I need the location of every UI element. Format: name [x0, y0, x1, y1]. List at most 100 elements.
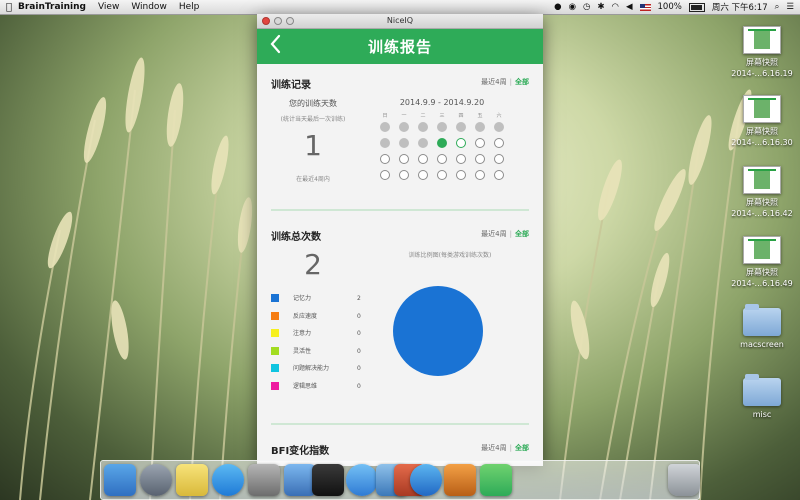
menu-view[interactable]: View [98, 2, 119, 12]
total-sessions-header: 训练总次数 最近4周 | 全部 [271, 228, 529, 243]
calendar-day-empty [475, 170, 485, 180]
menu-app-name[interactable]: BrainTraining [18, 2, 86, 12]
screenshot-thumbnail-icon [743, 26, 781, 54]
period-filter: 最近4周 | 全部 [481, 229, 529, 239]
filter-recent-4-weeks[interactable]: 最近4周 [481, 78, 506, 86]
calendar-day-empty [380, 154, 390, 164]
sublime-icon[interactable] [444, 464, 476, 496]
launchpad-icon[interactable] [140, 464, 172, 496]
calendar-day-empty [456, 154, 466, 164]
days-note: (统计当天最后一次训练) [280, 116, 346, 123]
calendar-day-empty [380, 170, 390, 180]
terminal-icon[interactable] [312, 464, 344, 496]
legend-count: 0 [357, 312, 361, 320]
calendar-date-range: 2014.9.9 - 2014.9.20 [399, 98, 485, 107]
menubar:  BrainTraining View Window Help ● ◉ ◷ ✱… [0, 0, 800, 15]
desktop-folder-macscreen[interactable]: macscreen [727, 304, 797, 350]
filter-all[interactable]: 全部 [515, 444, 529, 452]
desktop-icon-label: 2014-...6.16.42 [731, 209, 793, 218]
apple-menu-icon[interactable]:  [0, 2, 18, 13]
desktop-file-screenshot[interactable]: 屏幕快照 2014-...6.16.49 [727, 236, 797, 289]
window-minimize-button[interactable] [274, 17, 282, 25]
system-preferences-icon[interactable] [248, 464, 280, 496]
weekday-label: 日 [382, 113, 388, 119]
pie-slice-0 [393, 286, 483, 376]
notification-center-icon[interactable]: ☰ [786, 2, 794, 12]
calendar-day-filled [494, 122, 504, 132]
app-header: 训练报告 [257, 29, 543, 65]
section-divider [271, 423, 529, 425]
folder-icon [743, 304, 781, 336]
menu-help[interactable]: Help [179, 2, 200, 12]
desktop-icon-label: 2014-...6.16.49 [731, 279, 793, 288]
report-content[interactable]: 训练记录 最近4周 | 全部 您的训练天数 (统计当天最后一次训练) 1 在最近4周… [257, 64, 543, 466]
input-flag-icon[interactable] [639, 3, 651, 11]
safari-icon[interactable] [346, 464, 378, 496]
finder-icon[interactable] [104, 464, 136, 496]
niceiq-icon[interactable] [480, 464, 512, 496]
section-divider [271, 209, 529, 211]
calendar-day-filled [418, 138, 428, 148]
desktop-icon-label: misc [752, 410, 772, 419]
calendar-day-empty [418, 154, 428, 164]
total-sessions-value: 2 [304, 248, 322, 281]
calendar-day-filled [418, 122, 428, 132]
filter-recent-4-weeks[interactable]: 最近4周 [481, 230, 506, 238]
spotlight-icon[interactable]: ⌕ [775, 2, 780, 12]
appstore-icon[interactable] [212, 464, 244, 496]
desktop-file-screenshot[interactable]: 屏幕快照 2014-...6.16.30 [727, 95, 797, 148]
timemachine-icon[interactable]: ◷ [583, 2, 590, 12]
legend-swatch [271, 364, 279, 372]
window-zoom-button[interactable] [286, 17, 294, 25]
legend-label: 反应速度 [293, 312, 318, 320]
window-title: NiceIQ [386, 16, 414, 25]
legend-swatch [271, 294, 279, 302]
back-button[interactable] [269, 34, 281, 58]
legend-swatch [271, 329, 279, 337]
calendar-day-empty [494, 138, 504, 148]
calendar-day-filled [456, 122, 466, 132]
desktop-icon-label: 屏幕快照 [746, 58, 778, 67]
legend-row: 记忆力 2 [271, 294, 371, 304]
legend-count: 0 [357, 382, 361, 390]
sync-icon[interactable]: ◉ [569, 2, 576, 12]
legend-label: 记忆力 [293, 295, 312, 302]
bfi-header: BFI变化指数 最近4周 | 全部 [271, 442, 529, 457]
desktop-folder-misc[interactable]: misc [727, 374, 797, 420]
menubar-status-area: ● ◉ ◷ ✱ ◠ ◀ 100% 周六 下午6:17 ⌕ ☰ [554, 0, 794, 14]
legend-label: 注意力 [293, 330, 312, 337]
desktop-file-screenshot[interactable]: 屏幕快照 2014-...6.16.42 [727, 166, 797, 219]
legend-swatch [271, 346, 279, 355]
notification-icon[interactable]: ● [554, 2, 561, 12]
itunes-icon[interactable] [410, 464, 442, 496]
weekday-label: 二 [420, 113, 426, 119]
desktop-icon-label: 屏幕快照 [746, 268, 778, 277]
legend-label: 逻辑思维 [293, 382, 318, 390]
calendar-day-today [437, 138, 447, 148]
wifi-icon[interactable]: ◠ [612, 2, 619, 12]
legend-label: 灵活性 [293, 347, 312, 355]
filter-all[interactable]: 全部 [515, 78, 529, 86]
legend-swatch [271, 381, 279, 390]
section-title: 训练记录 [271, 80, 311, 91]
clock[interactable]: 周六 下午6:17 [712, 1, 768, 13]
filter-recent-4-weeks[interactable]: 最近4周 [481, 444, 506, 452]
menu-window[interactable]: Window [131, 2, 167, 12]
bluetooth-icon[interactable]: ✱ [597, 2, 604, 12]
window-titlebar[interactable]: NiceIQ [257, 14, 543, 29]
stickies-icon[interactable] [176, 464, 208, 496]
desktop:  BrainTraining View Window Help ● ◉ ◷ ✱… [0, 0, 800, 500]
period-filter: 最近4周 | 全部 [481, 443, 529, 453]
weekday-label: 三 [439, 113, 445, 119]
window-close-button[interactable] [262, 17, 270, 25]
battery-icon[interactable] [688, 2, 705, 12]
trash-icon[interactable] [668, 464, 700, 496]
calendar-day-empty [475, 138, 485, 148]
desktop-file-screenshot[interactable]: 屏幕快照 2014-...6.16.19 [727, 26, 797, 79]
weekday-label: 一 [401, 113, 407, 119]
calendar-day-filled [475, 122, 485, 132]
period-filter: 最近4周 | 全部 [481, 77, 529, 87]
volume-icon[interactable]: ◀ [626, 2, 633, 12]
battery-percent[interactable]: 100% [658, 2, 682, 12]
filter-all[interactable]: 全部 [515, 230, 529, 238]
